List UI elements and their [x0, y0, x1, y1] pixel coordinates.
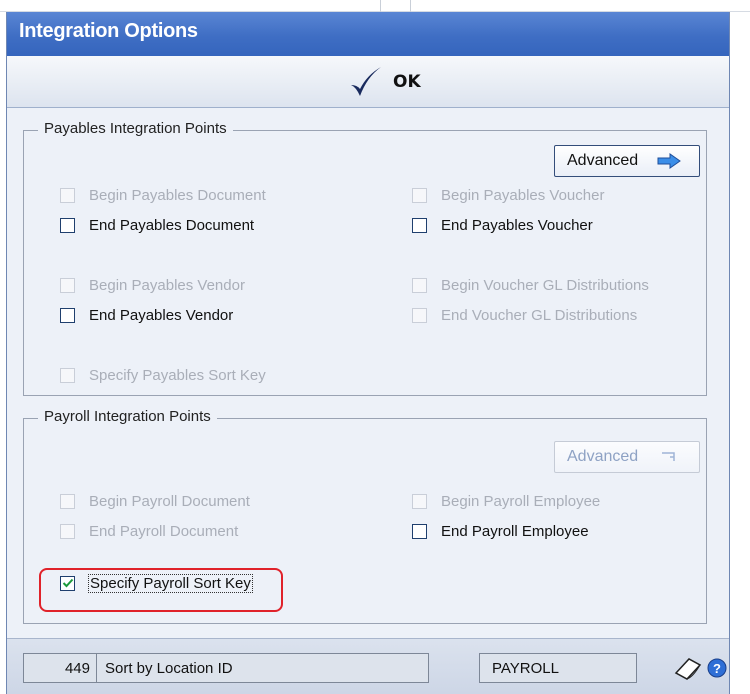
checkbox-box: [60, 368, 75, 383]
toolbar: OK: [7, 56, 729, 108]
sort-description-field: Sort by Location ID: [96, 653, 429, 683]
checkbox-label: End Payables Voucher: [441, 217, 593, 234]
sort-description: Sort by Location ID: [105, 659, 233, 677]
checkbox-label: End Payroll Document: [89, 523, 239, 540]
checkbox-label: End Payables Vendor: [89, 307, 234, 324]
payables-group-legend: Payables Integration Points: [38, 120, 233, 137]
checkbox-box: [60, 218, 75, 233]
options-content: Payables Integration Points Advanced Beg…: [7, 108, 729, 638]
highlight-annotation: [39, 568, 283, 612]
begin-payables-voucher-checkbox[interactable]: Begin Payables Voucher: [412, 187, 604, 204]
checkbox-label: Specify Payables Sort Key: [89, 367, 266, 384]
ok-label: OK: [393, 72, 421, 92]
payroll-group-legend: Payroll Integration Points: [38, 408, 217, 425]
checkbox-label: Begin Payables Document: [89, 187, 266, 204]
checkbox-box: [412, 218, 427, 233]
checkbox-label: End Voucher GL Distributions: [441, 307, 638, 324]
checkmark-icon: [351, 67, 381, 96]
background-divider: [380, 0, 381, 12]
background-divider: [410, 0, 411, 12]
arrow-right-icon: [662, 452, 675, 461]
sort-number: 449: [64, 659, 90, 677]
checkbox-box: [60, 278, 75, 293]
checkbox-label: Begin Payroll Employee: [441, 493, 601, 510]
checkbox-box: [412, 308, 427, 323]
advanced-label: Advanced: [567, 448, 639, 465]
checkbox-label: End Payroll Employee: [441, 523, 589, 540]
end-payables-voucher-checkbox[interactable]: End Payables Voucher: [412, 217, 593, 234]
end-payroll-employee-checkbox[interactable]: End Payroll Employee: [412, 523, 589, 540]
payroll-advanced-button[interactable]: Advanced: [554, 441, 700, 473]
begin-payables-document-checkbox[interactable]: Begin Payables Document: [60, 187, 266, 204]
begin-payroll-document-checkbox[interactable]: Begin Payroll Document: [60, 493, 250, 510]
end-payables-vendor-checkbox[interactable]: End Payables Vendor: [60, 307, 233, 324]
begin-voucher-gl-distributions-checkbox[interactable]: Begin Voucher GL Distributions: [412, 277, 649, 294]
checkbox-box: [60, 188, 75, 203]
checkbox-label: Begin Voucher GL Distributions: [441, 277, 649, 294]
specify-payables-sort-key-checkbox[interactable]: Specify Payables Sort Key: [60, 367, 266, 384]
module-name: PAYROLL: [492, 659, 559, 677]
checkbox-label: Begin Payroll Document: [89, 493, 250, 510]
module-field: PAYROLL: [479, 653, 637, 683]
sort-number-field: 449: [23, 653, 97, 683]
checkbox-label: End Payables Document: [89, 217, 255, 234]
checkbox-box: [412, 278, 427, 293]
end-payroll-document-checkbox[interactable]: End Payroll Document: [60, 523, 238, 540]
checkbox-box: [412, 524, 427, 539]
checkbox-box: [60, 494, 75, 509]
payables-integration-group: Payables Integration Points Advanced Beg…: [23, 120, 707, 396]
checkbox-label: Begin Payables Vendor: [89, 277, 245, 294]
payables-advanced-button[interactable]: Advanced: [554, 145, 700, 177]
checkbox-box: [60, 308, 75, 323]
end-payables-document-checkbox[interactable]: End Payables Document: [60, 217, 254, 234]
background-window-edge: [0, 0, 750, 12]
end-voucher-gl-distributions-checkbox[interactable]: End Voucher GL Distributions: [412, 307, 637, 324]
title-bar[interactable]: Integration Options: [7, 12, 729, 56]
checkbox-box: [412, 188, 427, 203]
integration-options-window: Integration Options OK Payables Integrat…: [6, 12, 730, 694]
window-title: Integration Options: [19, 20, 198, 42]
help-icon[interactable]: ?: [707, 658, 727, 678]
svg-text:?: ?: [713, 661, 721, 676]
advanced-label: Advanced: [567, 152, 639, 169]
checkbox-box: [60, 524, 75, 539]
ok-button[interactable]: OK: [347, 64, 443, 100]
checkbox-box: [412, 494, 427, 509]
note-icon[interactable]: [673, 655, 703, 681]
arrow-right-icon: [657, 153, 682, 169]
checkbox-label: Begin Payables Voucher: [441, 187, 605, 204]
begin-payroll-employee-checkbox[interactable]: Begin Payroll Employee: [412, 493, 600, 510]
status-bar: 449 Sort by Location ID PAYROLL ?: [7, 638, 729, 694]
begin-payables-vendor-checkbox[interactable]: Begin Payables Vendor: [60, 277, 245, 294]
